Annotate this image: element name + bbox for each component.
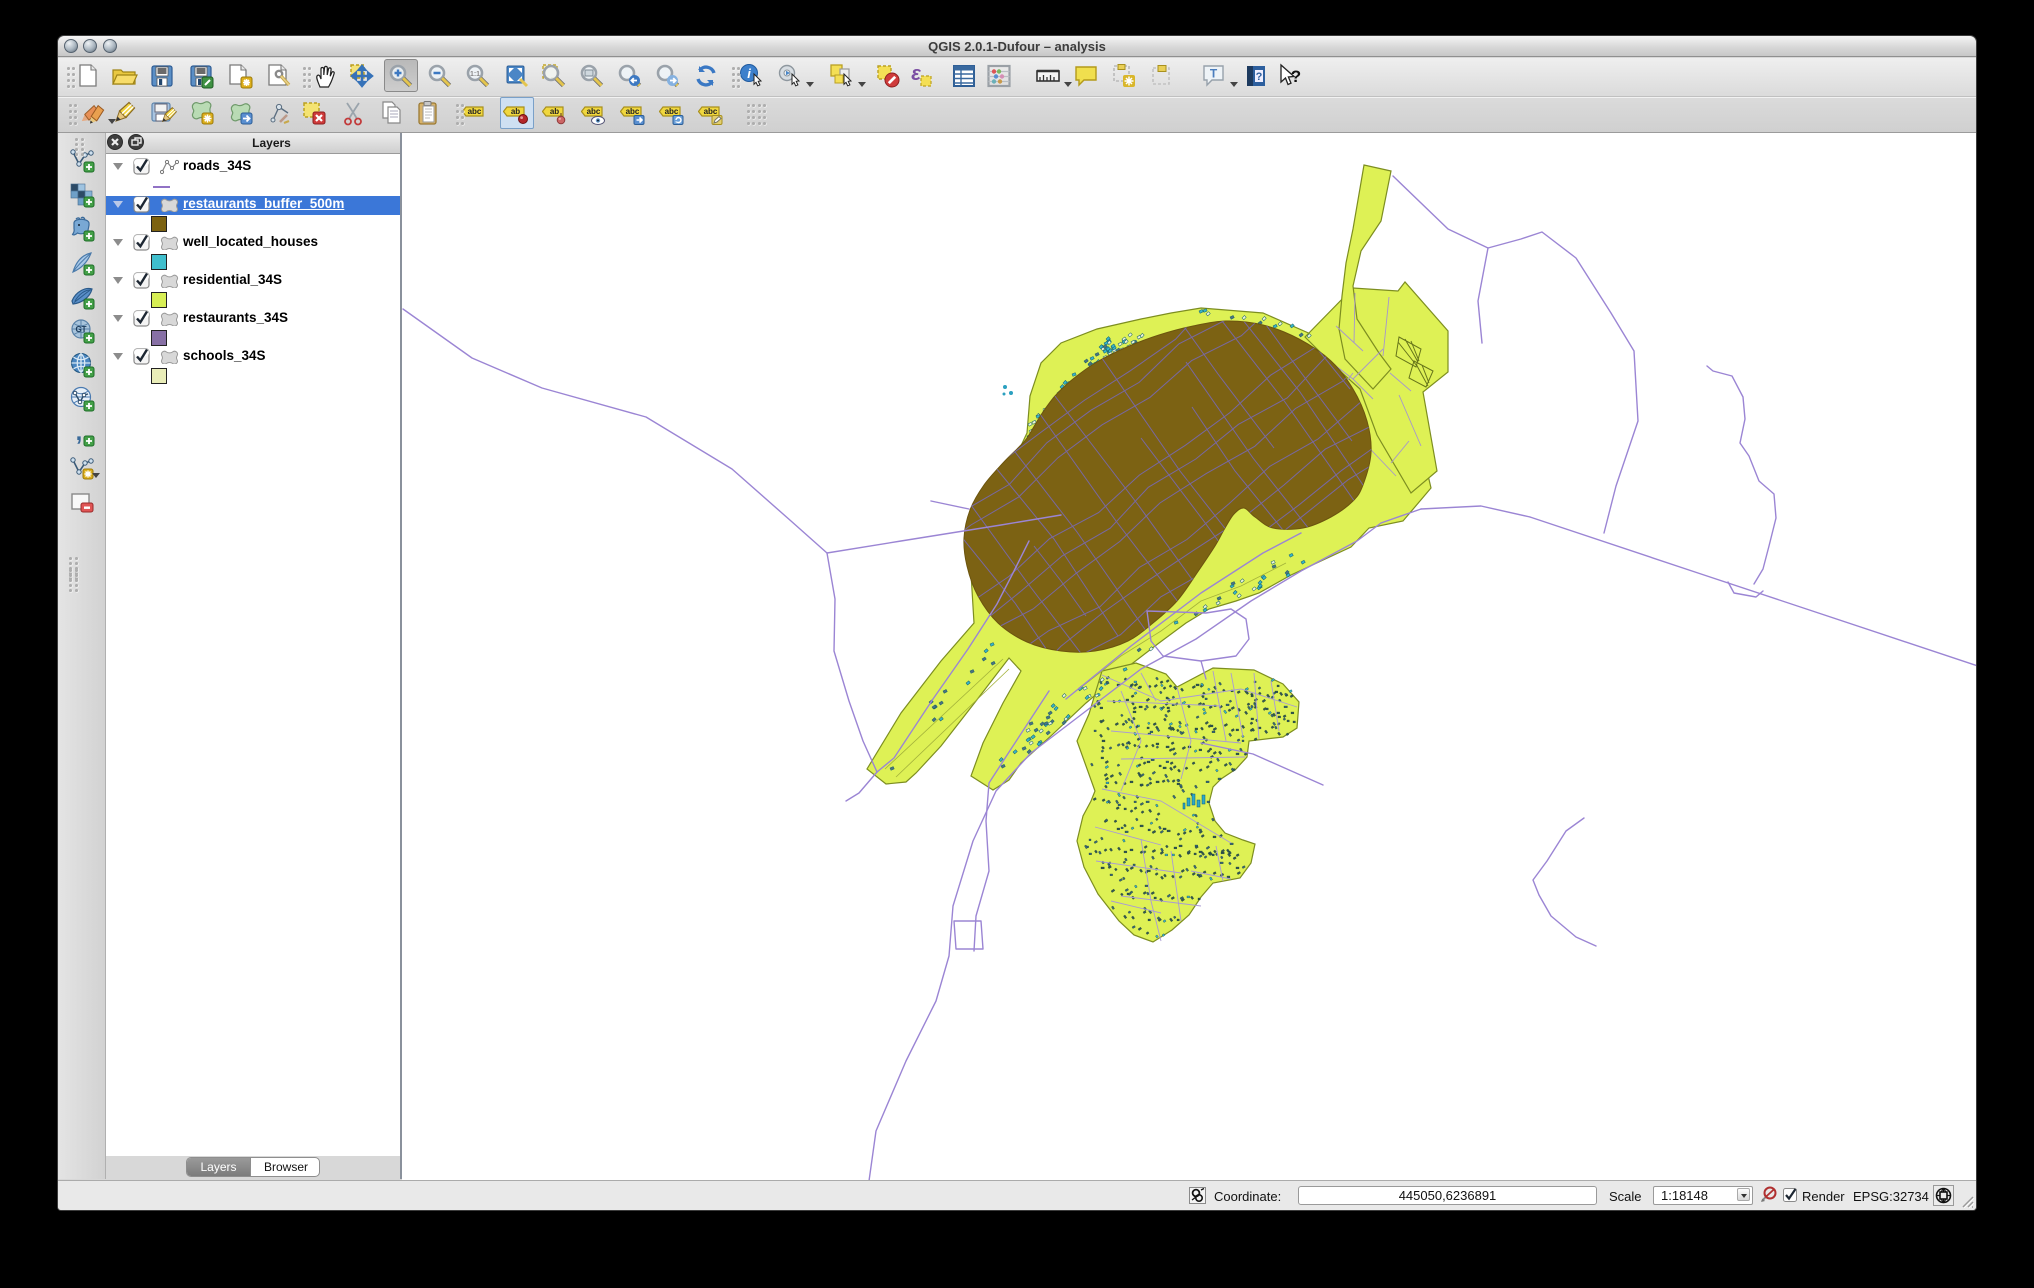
svg-text:ab: ab xyxy=(550,107,559,116)
svg-text:?: ? xyxy=(1256,71,1263,83)
svg-text:abc: abc xyxy=(468,107,482,116)
svg-text:ab: ab xyxy=(511,107,520,116)
svg-text:abc: abc xyxy=(626,107,640,116)
svg-text:T: T xyxy=(1210,67,1218,81)
svg-text:abc: abc xyxy=(665,107,679,116)
svg-text:i: i xyxy=(747,66,751,81)
svg-text:abc: abc xyxy=(587,107,601,116)
svg-text:,: , xyxy=(76,420,83,446)
svg-text:ε: ε xyxy=(911,63,921,85)
svg-text:?: ? xyxy=(1291,67,1301,86)
svg-text:1:1: 1:1 xyxy=(470,71,480,78)
svg-text:abc: abc xyxy=(704,107,718,116)
